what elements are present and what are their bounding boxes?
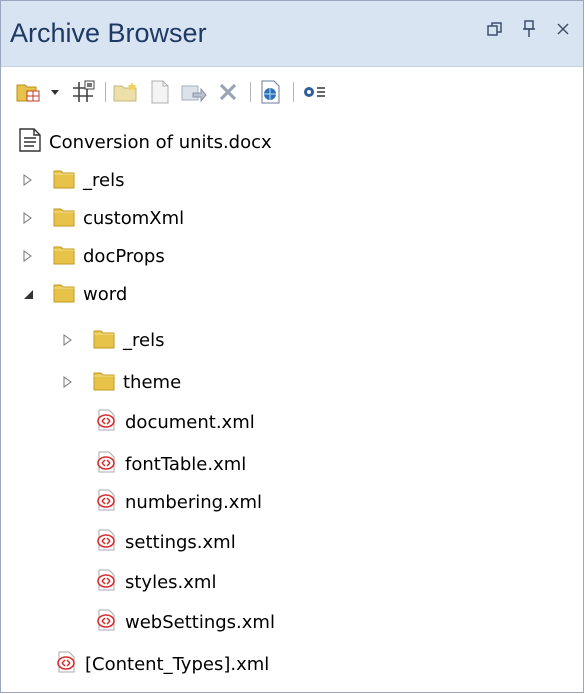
tree-item-fonttable-xml[interactable]: fontTable.xml [95, 447, 246, 481]
tree-item-styles-xml[interactable]: styles.xml [95, 565, 216, 599]
restore-icon[interactable] [485, 17, 505, 41]
new-archive-icon[interactable] [15, 78, 43, 106]
toolbar [1, 67, 583, 117]
folder-icon [53, 281, 75, 308]
expand-arrow-icon[interactable] [19, 209, 37, 227]
xml-file-icon [95, 409, 117, 436]
tree-item-label: styles.xml [125, 571, 217, 593]
xml-file-icon [95, 529, 117, 556]
tree-item-label: fontTable.xml [125, 453, 247, 475]
tree-item-content-types-xml[interactable]: [Content_Types].xml [55, 647, 269, 681]
dropdown-arrow-icon[interactable] [51, 89, 59, 95]
folder-icon [93, 327, 115, 354]
folder-icon [93, 369, 115, 396]
expand-arrow-icon[interactable] [19, 171, 37, 189]
tree-item-label: numbering.xml [125, 491, 262, 513]
tree-item-settings-xml[interactable]: settings.xml [95, 525, 236, 559]
expand-arrow-icon[interactable] [59, 331, 77, 349]
folder-icon [53, 205, 75, 232]
toolbar-separator [250, 82, 251, 102]
tree-item-word-theme[interactable]: theme [59, 365, 181, 399]
xml-file-icon [95, 451, 117, 478]
xml-file-icon [95, 569, 117, 596]
xml-file-icon [95, 609, 117, 636]
document-icon [19, 127, 41, 157]
close-icon[interactable] [553, 17, 573, 41]
panel-title: Archive Browser [10, 18, 207, 48]
tree-item-label: theme [123, 371, 182, 393]
tree-item-customxml[interactable]: customXml [19, 201, 184, 235]
xml-file-icon [95, 489, 117, 516]
web-icon[interactable] [257, 78, 285, 106]
pin-icon[interactable] [519, 17, 539, 41]
new-folder-icon[interactable] [112, 78, 140, 106]
expand-arrow-icon[interactable] [19, 247, 37, 265]
tree-item-websettings-xml[interactable]: webSettings.xml [95, 605, 275, 639]
tree-item-label: document.xml [125, 411, 255, 433]
grid-icon[interactable] [69, 78, 97, 106]
tree-item-label: word [83, 283, 128, 305]
folder-icon [53, 243, 75, 270]
folder-icon [53, 167, 75, 194]
collapse-arrow-icon[interactable] [19, 285, 37, 303]
tree-item-word[interactable]: word [19, 277, 127, 311]
tree-item-label: [Content_Types].xml [85, 653, 270, 675]
tree-item-label: customXml [83, 207, 185, 229]
xml-file-icon [55, 651, 77, 678]
window-controls [485, 17, 573, 41]
tree-root[interactable]: Conversion of units.docx [19, 125, 272, 159]
tree-item-docprops[interactable]: docProps [19, 239, 165, 273]
tree-item-label: _rels [83, 169, 125, 191]
toolbar-separator [105, 82, 106, 102]
tree-item-rels[interactable]: _rels [19, 163, 124, 197]
tree-item-label: _rels [123, 329, 165, 351]
tree-item-document-xml[interactable]: document.xml [95, 405, 255, 439]
tree-item-word-rels[interactable]: _rels [59, 323, 164, 357]
delete-icon[interactable] [214, 78, 242, 106]
toolbar-separator [293, 82, 294, 102]
tree-item-numbering-xml[interactable]: numbering.xml [95, 485, 262, 519]
panel-title-bar: Archive Browser [1, 1, 583, 67]
tree-item-label: webSettings.xml [125, 611, 275, 633]
tree-item-label: settings.xml [125, 531, 236, 553]
add-file-icon[interactable] [180, 78, 208, 106]
archive-browser-panel: Archive Browser Conversion of units.docx… [0, 0, 584, 693]
tree-root-label: Conversion of units.docx [49, 131, 272, 153]
expand-arrow-icon[interactable] [59, 373, 77, 391]
tree-item-label: docProps [83, 245, 165, 267]
settings-menu-icon[interactable] [300, 78, 328, 106]
new-file-icon[interactable] [146, 78, 174, 106]
